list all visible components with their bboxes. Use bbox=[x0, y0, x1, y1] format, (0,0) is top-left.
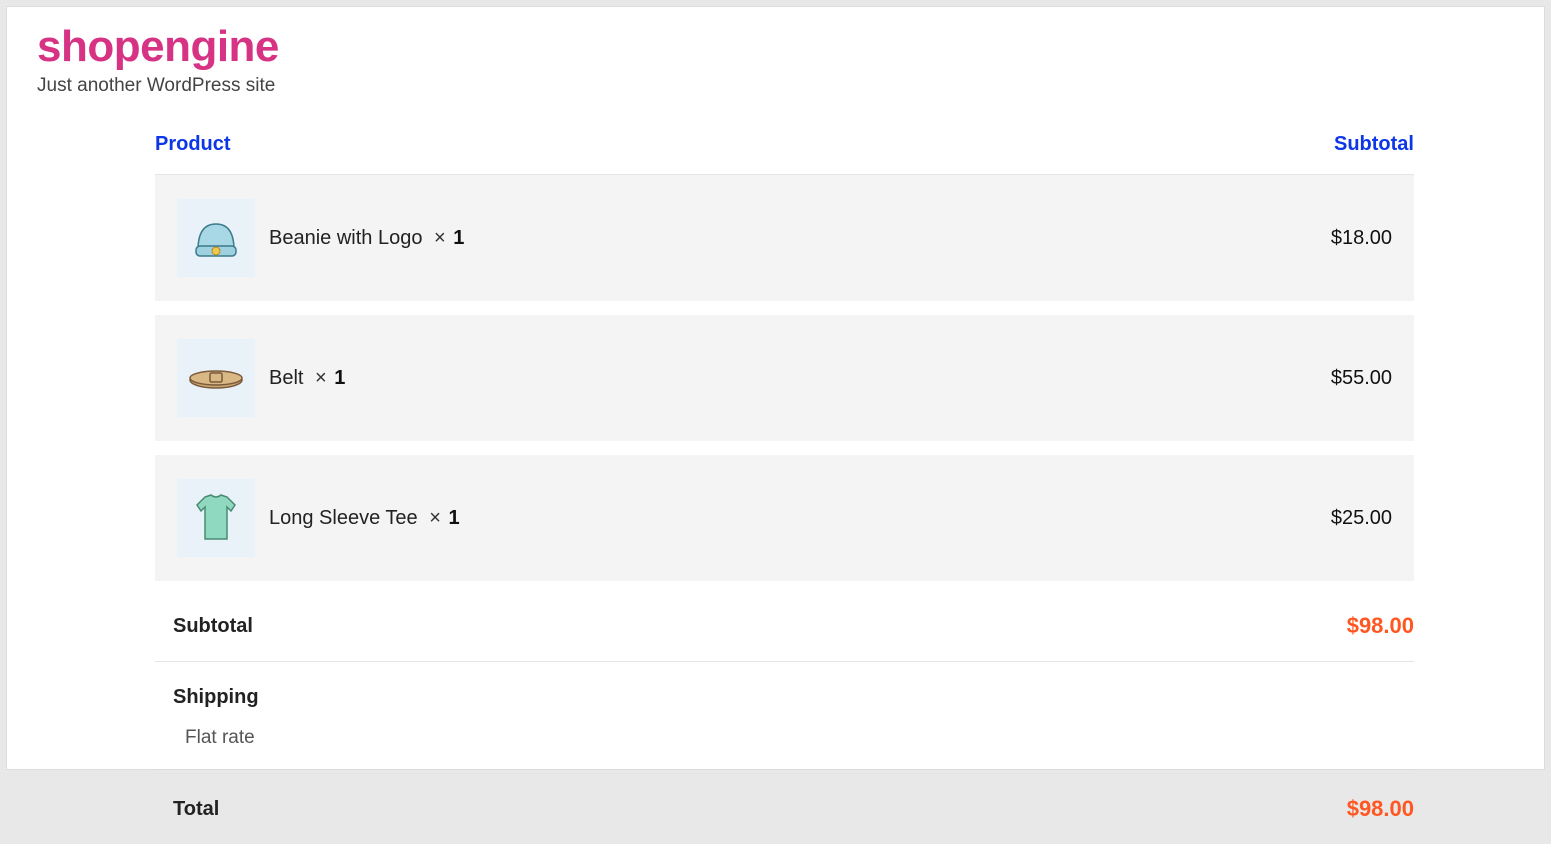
product-row: Long Sleeve Tee × 1 $25.00 bbox=[155, 455, 1414, 581]
product-info: Belt × 1 bbox=[269, 367, 1331, 390]
product-list: Beanie with Logo × 1 $18.00 bbox=[155, 175, 1414, 581]
product-info: Beanie with Logo × 1 bbox=[269, 227, 1331, 250]
product-info: Long Sleeve Tee × 1 bbox=[269, 507, 1331, 530]
qty-separator: × bbox=[434, 227, 446, 249]
column-header-subtotal: Subtotal bbox=[1334, 133, 1414, 156]
product-quantity: 1 bbox=[453, 227, 464, 249]
shipping-row: Shipping Flat rate bbox=[155, 662, 1414, 774]
total-value: $98.00 bbox=[1347, 796, 1414, 822]
total-row: Total $98.00 bbox=[155, 774, 1414, 844]
product-row: Beanie with Logo × 1 $18.00 bbox=[155, 175, 1414, 301]
page: shopengine Just another WordPress site P… bbox=[6, 6, 1545, 770]
site-tagline: Just another WordPress site bbox=[37, 75, 1514, 97]
product-price: $25.00 bbox=[1331, 507, 1392, 530]
site-title[interactable]: shopengine bbox=[37, 23, 1514, 71]
beanie-icon bbox=[188, 210, 244, 266]
qty-separator: × bbox=[315, 367, 327, 389]
total-label: Total bbox=[155, 798, 219, 821]
product-thumbnail bbox=[177, 199, 255, 277]
order-review-table: Product Subtotal Beanie with Logo bbox=[155, 133, 1414, 844]
column-header-product: Product bbox=[155, 133, 231, 156]
product-name[interactable]: Long Sleeve Tee bbox=[269, 507, 418, 529]
subtotal-row: Subtotal $98.00 bbox=[155, 591, 1414, 662]
product-thumbnail bbox=[177, 339, 255, 417]
product-price: $55.00 bbox=[1331, 367, 1392, 390]
table-header: Product Subtotal bbox=[155, 133, 1414, 175]
shirt-icon bbox=[185, 487, 247, 549]
belt-icon bbox=[184, 350, 248, 406]
product-quantity: 1 bbox=[448, 507, 459, 529]
product-name[interactable]: Beanie with Logo bbox=[269, 227, 422, 249]
qty-separator: × bbox=[429, 507, 441, 529]
subtotal-value: $98.00 bbox=[1347, 613, 1414, 639]
shipping-option: Flat rate bbox=[173, 727, 1414, 749]
product-price: $18.00 bbox=[1331, 227, 1392, 250]
product-name[interactable]: Belt bbox=[269, 367, 303, 389]
product-row: Belt × 1 $55.00 bbox=[155, 315, 1414, 441]
product-thumbnail bbox=[177, 479, 255, 557]
shipping-label: Shipping bbox=[173, 686, 1414, 709]
subtotal-label: Subtotal bbox=[155, 615, 253, 638]
product-quantity: 1 bbox=[334, 367, 345, 389]
